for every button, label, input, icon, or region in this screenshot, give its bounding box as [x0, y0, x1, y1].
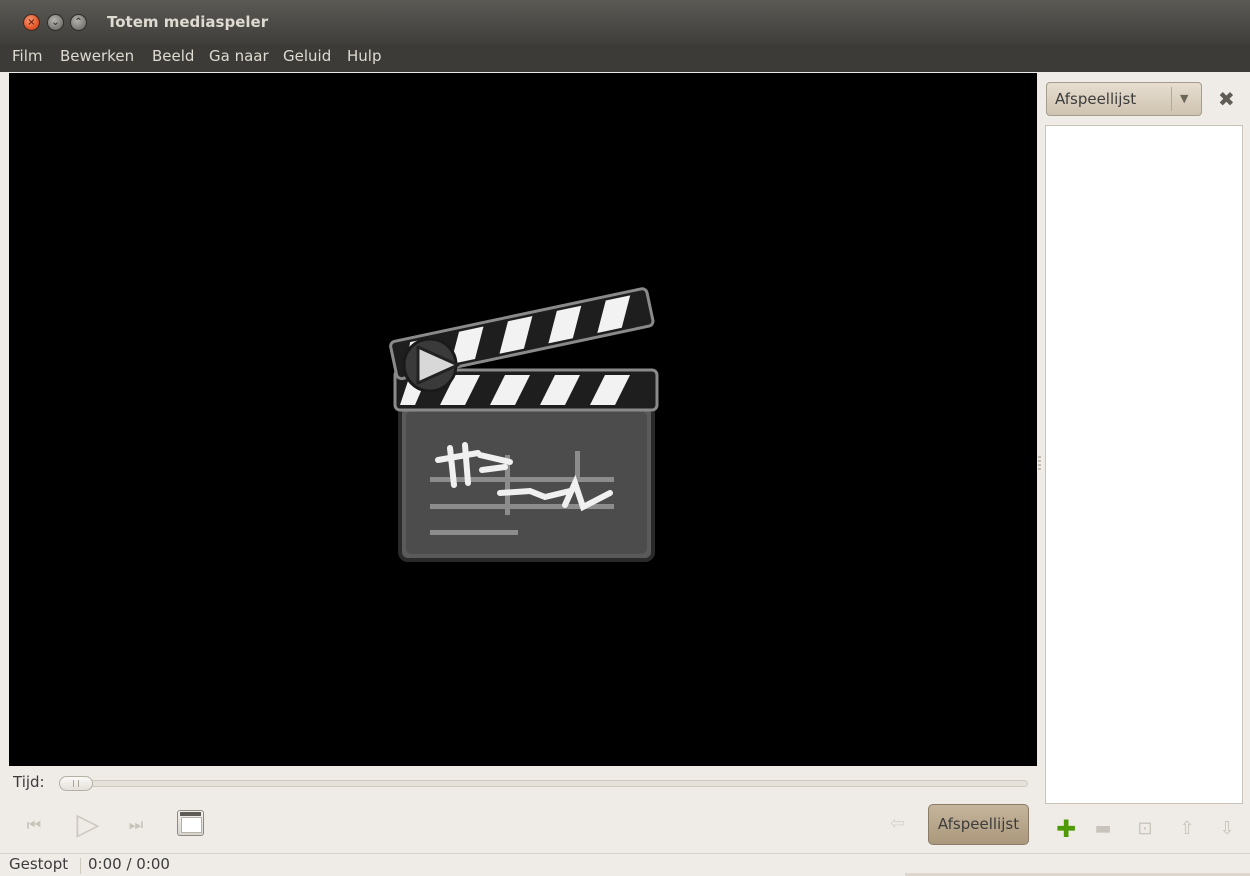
dropdown-arrow-icon: ▼ [1180, 92, 1189, 105]
menu-hulp[interactable]: Hulp [347, 47, 381, 65]
status-separator [80, 858, 81, 874]
move-down-icon[interactable]: ⇩ [1216, 818, 1238, 840]
playback-state: Gestopt [9, 855, 69, 873]
statusbar-divider [0, 853, 1250, 854]
menu-film[interactable]: Film [12, 47, 42, 65]
fullscreen-icon[interactable] [177, 810, 204, 836]
window-minimize-button[interactable]: ⌄ [47, 14, 64, 31]
save-icon[interactable]: ⊡ [1134, 818, 1156, 840]
playlist-list[interactable] [1045, 125, 1243, 804]
sidebar-selector-value: Afspeellijst [1055, 90, 1137, 108]
menu-geluid[interactable]: Geluid [283, 47, 331, 65]
combo-separator [1171, 87, 1172, 111]
playback-time: 0:00 / 0:00 [88, 855, 170, 873]
next-icon[interactable]: ⏭ [122, 812, 150, 838]
back-arrow-icon[interactable]: ⇦ [890, 813, 905, 834]
remove-icon[interactable]: ▬ [1092, 818, 1114, 840]
window-title: Totem mediaspeler [107, 13, 269, 31]
maximize-icon: ⌃ [74, 17, 83, 28]
close-icon: × [27, 17, 36, 28]
pane-splitter-handle[interactable] [1038, 456, 1041, 470]
clapperboard-icon [389, 287, 659, 562]
totem-window: × ⌄ ⌃ Totem mediaspeler Film Bewerken Be… [0, 0, 1250, 876]
minimize-icon: ⌄ [51, 17, 60, 28]
play-icon[interactable]: ▷ [72, 810, 104, 840]
window-close-button[interactable]: × [23, 14, 40, 31]
sidebar-toggle-button[interactable]: Afspeellijst [928, 804, 1029, 845]
seek-handle[interactable] [59, 776, 93, 791]
time-label: Tijd: [13, 773, 45, 791]
previous-icon[interactable]: ⏮ [20, 812, 48, 838]
move-up-icon[interactable]: ⇧ [1176, 818, 1198, 840]
menu-beeld[interactable]: Beeld [152, 47, 194, 65]
menu-bewerken[interactable]: Bewerken [60, 47, 134, 65]
grip-icon [73, 780, 79, 787]
sidebar-selector-combo[interactable]: Afspeellijst ▼ [1046, 82, 1202, 116]
sidebar-close-icon[interactable]: ✖ [1218, 87, 1235, 111]
menu-ga-naar[interactable]: Ga naar [209, 47, 269, 65]
seek-bar[interactable] [59, 780, 1028, 787]
add-icon[interactable]: ✚ [1055, 817, 1077, 841]
window-maximize-button[interactable]: ⌃ [70, 14, 87, 31]
